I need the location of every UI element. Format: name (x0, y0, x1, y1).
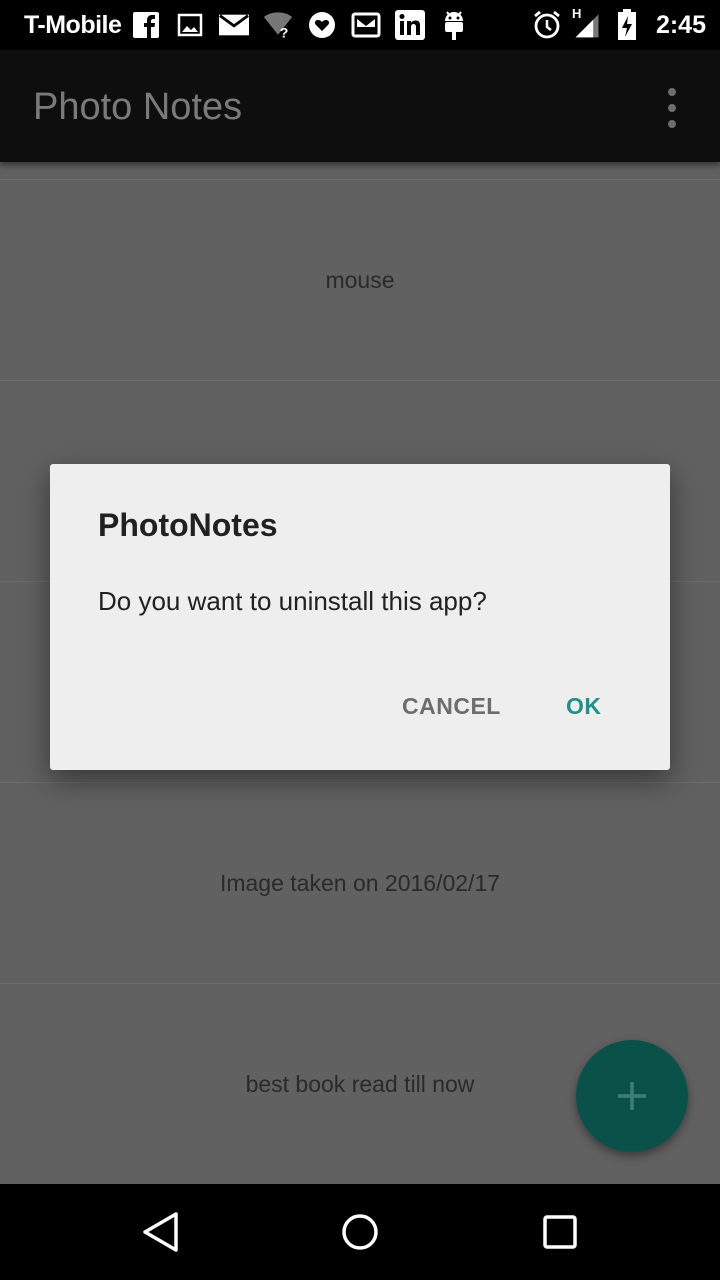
recents-button[interactable] (538, 1210, 582, 1254)
wifi-icon: ? (263, 10, 293, 40)
carrier-name: T-Mobile (24, 10, 122, 39)
navigation-bar (0, 1184, 720, 1280)
facebook-icon (131, 10, 161, 40)
dialog-message: Do you want to uninstall this app? (98, 586, 487, 616)
cancel-button[interactable]: CANCEL (394, 686, 509, 726)
gmail-icon (219, 10, 250, 40)
battery-charging-icon (612, 9, 642, 40)
clock: 2:45 (655, 10, 706, 39)
inbox-icon (351, 10, 381, 40)
list-item[interactable]: mouse (0, 179, 720, 381)
status-bar: T-Mobile ? H 2:45 (0, 0, 720, 50)
network-type: H (571, 6, 582, 21)
system-status: H 2:45 (532, 6, 706, 40)
plus-icon (618, 1082, 646, 1110)
add-note-button[interactable] (576, 1040, 688, 1152)
alarm-icon (532, 10, 562, 40)
linkedin-icon (395, 10, 426, 40)
android-icon (439, 10, 469, 40)
recents-icon (543, 1215, 577, 1249)
back-icon (143, 1212, 178, 1252)
home-icon (342, 1214, 378, 1250)
notification-icons: ? (131, 10, 469, 40)
list-item[interactable]: Image taken on 2016/02/17 (0, 782, 720, 984)
overflow-menu-icon[interactable] (654, 88, 690, 128)
note-caption: best book read till now (245, 1071, 475, 1097)
image-icon (175, 10, 205, 40)
app-bar: Photo Notes (0, 50, 720, 162)
dialog-title: PhotoNotes (98, 507, 278, 543)
back-button[interactable] (138, 1210, 182, 1254)
ok-button[interactable]: OK (558, 686, 610, 726)
note-caption: mouse (325, 267, 395, 293)
svg-text:?: ? (280, 24, 289, 40)
uninstall-dialog: PhotoNotes Do you want to uninstall this… (50, 464, 670, 770)
app-title: Photo Notes (33, 86, 243, 128)
cell-signal-icon: H (572, 6, 602, 40)
note-caption: Image taken on 2016/02/17 (219, 870, 501, 896)
home-button[interactable] (338, 1210, 382, 1254)
heart-icon (307, 10, 337, 40)
